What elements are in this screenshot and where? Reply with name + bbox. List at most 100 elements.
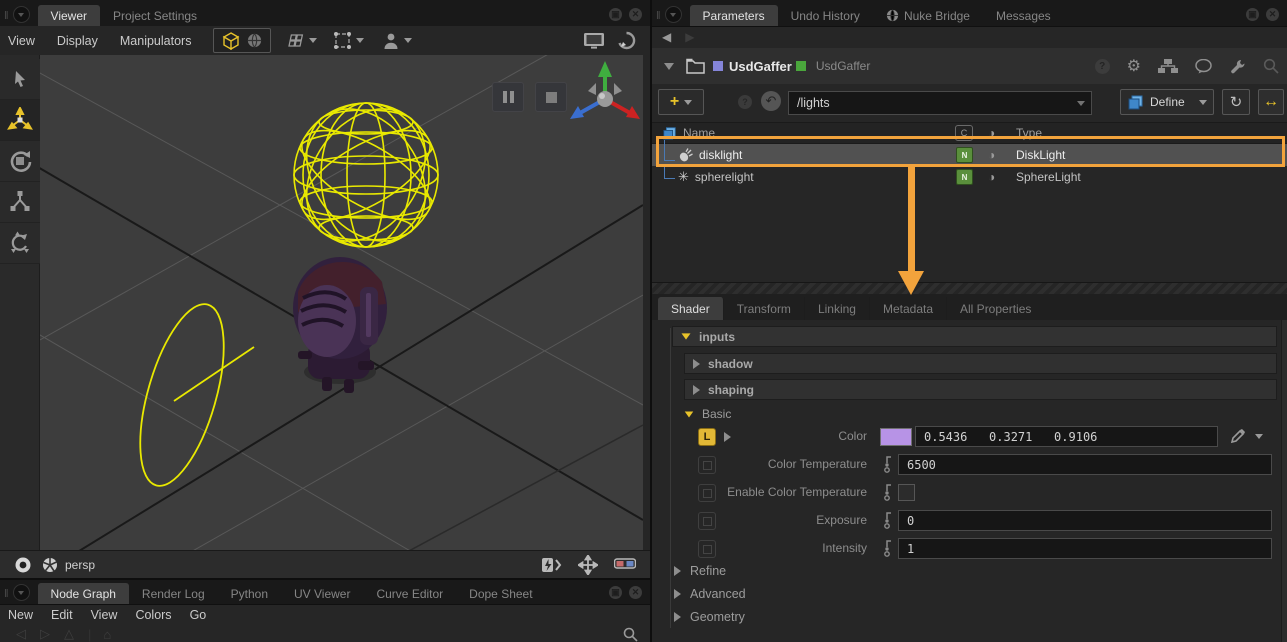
history-back-icon[interactable]: ◀ (662, 30, 671, 44)
rotate-tool-button[interactable] (0, 141, 40, 182)
marquee-selector[interactable] (333, 31, 364, 50)
maximize-icon[interactable]: ▣ (609, 8, 622, 21)
exposure-input[interactable] (905, 513, 1265, 529)
color-value-input[interactable] (922, 429, 1211, 445)
animation-curve-icon[interactable] (884, 540, 893, 557)
tab-shader[interactable]: Shader (658, 297, 724, 320)
tab-linking[interactable]: Linking (805, 297, 870, 320)
pane-menu-icon[interactable] (13, 584, 30, 601)
help-icon[interactable]: ? (1095, 59, 1110, 74)
pane-menu-icon[interactable] (665, 6, 682, 23)
camera-person-selector[interactable] (382, 32, 412, 50)
maximize-icon[interactable]: ▣ (1246, 8, 1259, 21)
home-icon[interactable]: ⌂ (103, 627, 111, 642)
scale-tool-button[interactable] (0, 182, 40, 223)
pane-grip-icon[interactable]: ‖ (0, 588, 11, 604)
prim-path-input[interactable] (795, 95, 1077, 111)
layout-selector[interactable] (287, 32, 317, 50)
stop-button[interactable] (535, 82, 567, 112)
orbit-tool-button[interactable] (0, 223, 40, 264)
pan-zoom-icon[interactable] (578, 555, 598, 575)
3d-viewport[interactable] (40, 55, 643, 550)
revert-icon[interactable]: ↶ (761, 91, 781, 111)
camera-aperture-icon[interactable] (42, 557, 58, 573)
menu-new[interactable]: New (8, 608, 33, 622)
menu-edit[interactable]: Edit (51, 608, 73, 622)
animation-curve-icon[interactable] (884, 512, 893, 529)
tab-python[interactable]: Python (218, 583, 281, 604)
pause-button[interactable] (492, 82, 524, 112)
default-value-badge[interactable] (698, 512, 716, 530)
color-temperature-input[interactable] (905, 457, 1265, 473)
close-icon[interactable]: ✕ (1266, 8, 1279, 21)
node-title[interactable]: UsdGaffer (729, 59, 792, 74)
color-temperature-field[interactable] (898, 454, 1272, 475)
tab-viewer[interactable]: Viewer (38, 5, 100, 26)
globe-icon[interactable] (246, 32, 263, 49)
refresh-button[interactable]: ↻ (1222, 89, 1250, 115)
folder-icon[interactable] (686, 58, 705, 74)
define-dropdown[interactable]: Define (1120, 89, 1214, 115)
tab-transform[interactable]: Transform (724, 297, 805, 320)
maximize-icon[interactable]: ▣ (609, 586, 622, 599)
visibility-toggle-icon[interactable]: ◑ (988, 170, 995, 184)
section-refine[interactable]: Refine (674, 564, 726, 578)
menu-colors[interactable]: Colors (135, 608, 171, 622)
default-value-badge[interactable] (698, 456, 716, 474)
tab-uv-viewer[interactable]: UV Viewer (281, 583, 363, 604)
tab-render-log[interactable]: Render Log (129, 583, 218, 604)
eye-icon[interactable] (14, 556, 32, 574)
3d-cube-icon[interactable] (222, 32, 240, 50)
display-icon[interactable] (583, 32, 605, 49)
intensity-field[interactable] (898, 538, 1272, 559)
node-tree-icon[interactable] (1158, 59, 1178, 73)
tab-nuke-bridge[interactable]: Nuke Bridge (873, 5, 983, 26)
pane-menu-icon[interactable] (13, 6, 30, 23)
nav-forward-icon[interactable]: ▷ (40, 626, 50, 642)
help-icon[interactable]: ? (738, 95, 752, 109)
tab-dope-sheet[interactable]: Dope Sheet (456, 583, 545, 604)
section-shaping[interactable]: shaping (684, 379, 1277, 400)
path-dropdown-icon[interactable] (1077, 101, 1085, 106)
viewer-menu-view[interactable]: View (8, 34, 35, 48)
color-swatch[interactable] (880, 428, 912, 446)
close-icon[interactable]: ✕ (629, 586, 642, 599)
prim-path-field[interactable] (788, 91, 1092, 115)
color-value-field[interactable] (915, 426, 1218, 447)
search-icon[interactable] (1263, 58, 1279, 74)
section-shadow[interactable]: shadow (684, 353, 1277, 374)
viewer-menu-display[interactable]: Display (57, 34, 98, 48)
pane-grip-icon[interactable]: ‖ (652, 10, 663, 26)
gear-icon[interactable]: ⚙ (1127, 56, 1141, 76)
collapse-node-icon[interactable] (664, 63, 674, 70)
frame-rate-icon[interactable] (542, 558, 562, 572)
section-inputs[interactable]: inputs (672, 326, 1277, 347)
intensity-input[interactable] (905, 541, 1265, 557)
section-basic[interactable]: Basic (684, 405, 1277, 423)
animation-curve-icon[interactable] (884, 484, 893, 501)
robot-model[interactable] (293, 257, 387, 393)
enable-color-temperature-checkbox[interactable] (898, 484, 915, 501)
expand-channels-icon[interactable] (724, 432, 731, 442)
default-value-badge[interactable] (698, 540, 716, 558)
tab-project-settings[interactable]: Project Settings (100, 5, 210, 26)
tab-curve-editor[interactable]: Curve Editor (363, 583, 456, 604)
tab-messages[interactable]: Messages (983, 5, 1064, 26)
viewer-menu-manipulators[interactable]: Manipulators (120, 34, 192, 48)
tab-node-graph[interactable]: Node Graph (38, 583, 129, 604)
scenegraph-row-spherelight[interactable]: ✳ spherelight N ◑ SphereLight (652, 166, 1287, 188)
menu-go[interactable]: Go (190, 608, 207, 622)
node-color-swatch[interactable] (713, 61, 723, 71)
wrench-icon[interactable] (1229, 58, 1246, 75)
tab-undo-history[interactable]: Undo History (778, 5, 873, 26)
node-subtitle[interactable]: UsdGaffer (816, 59, 870, 73)
nav-back-icon[interactable]: ◁ (16, 626, 26, 642)
translate-tool-button[interactable] (0, 100, 40, 141)
exposure-field[interactable] (898, 510, 1272, 531)
tab-parameters[interactable]: Parameters (690, 5, 778, 26)
camera-name-label[interactable]: persp (65, 558, 95, 572)
axis-gizmo-icon[interactable] (570, 61, 640, 119)
local-value-badge[interactable]: L (698, 428, 716, 446)
select-tool-button[interactable] (0, 59, 40, 100)
close-icon[interactable]: ✕ (629, 8, 642, 21)
